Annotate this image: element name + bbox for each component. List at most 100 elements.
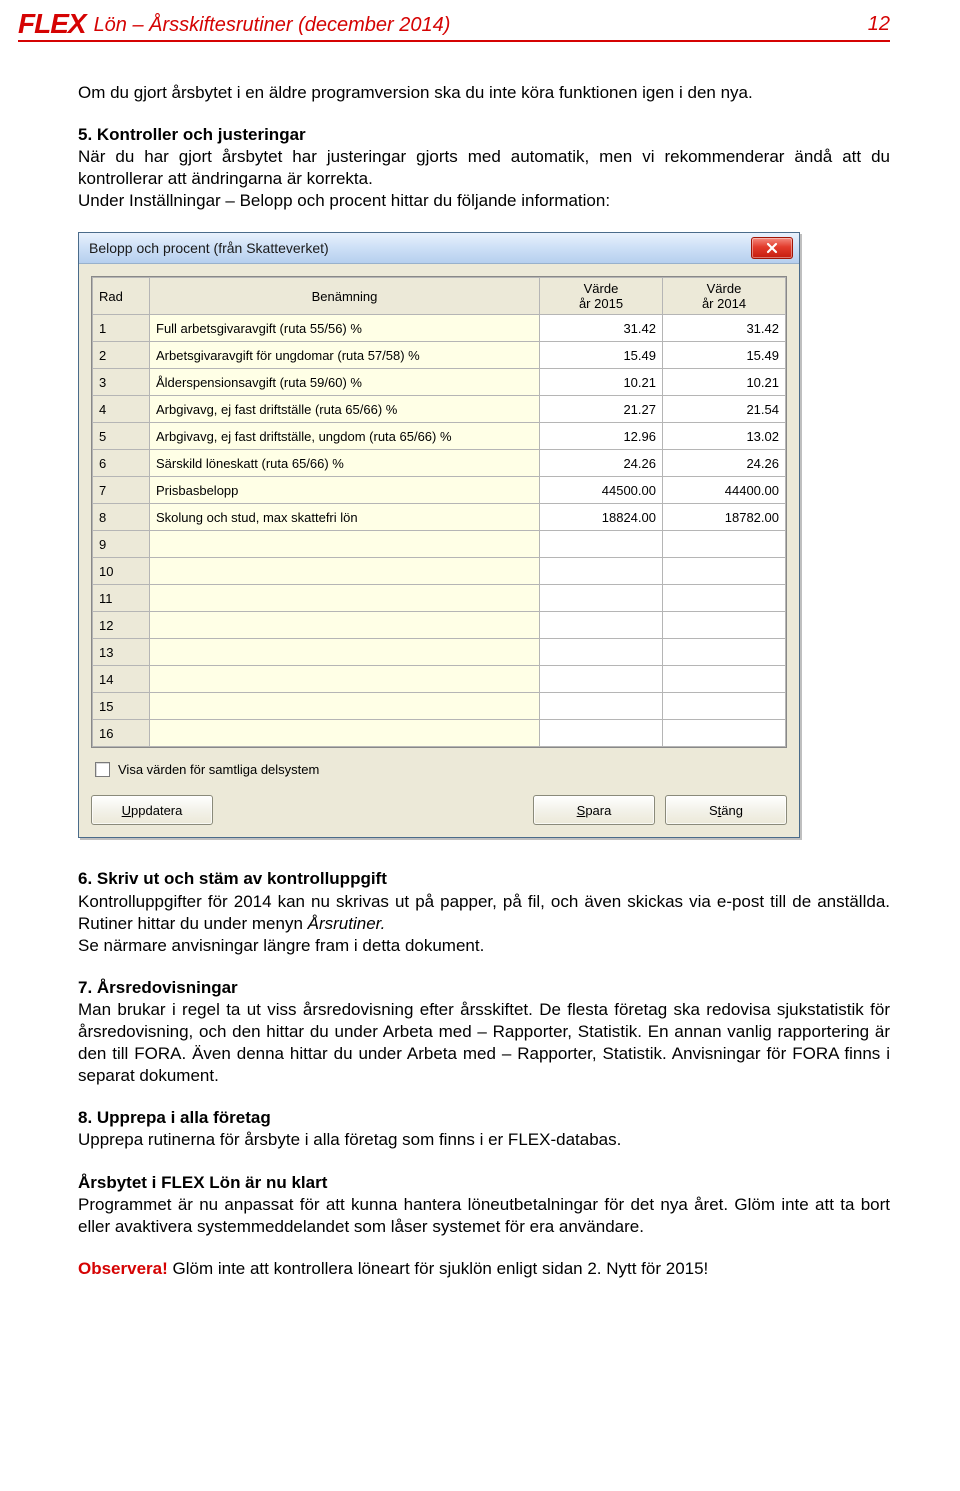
cell-varde-2015[interactable] — [540, 585, 663, 612]
table-row[interactable]: 4Arbgivavg, ej fast driftställe (ruta 65… — [93, 396, 786, 423]
table-row[interactable]: 6Särskild löneskatt (ruta 65/66) %24.262… — [93, 450, 786, 477]
document-title: Lön – Årsskiftesrutiner (december 2014) — [94, 14, 868, 38]
button-row: Uppdatera Spara Stäng — [91, 789, 787, 825]
dialog-titlebar: Belopp och procent (från Skatteverket) — [79, 233, 799, 264]
cell-varde-2015[interactable] — [540, 612, 663, 639]
cell-varde-2014[interactable]: 44400.00 — [663, 477, 786, 504]
cell-benamning[interactable] — [150, 612, 540, 639]
cell-benamning[interactable]: Särskild löneskatt (ruta 65/66) % — [150, 450, 540, 477]
cell-varde-2015[interactable]: 15.49 — [540, 342, 663, 369]
cell-benamning[interactable]: Prisbasbelopp — [150, 477, 540, 504]
cell-benamning[interactable]: Ålderspensionsavgift (ruta 59/60) % — [150, 369, 540, 396]
cell-rad[interactable]: 8 — [93, 504, 150, 531]
cell-rad[interactable]: 1 — [93, 315, 150, 342]
table-row[interactable]: 1Full arbetsgivaravgift (ruta 55/56) %31… — [93, 315, 786, 342]
cell-rad[interactable]: 13 — [93, 639, 150, 666]
cell-varde-2014[interactable]: 15.49 — [663, 342, 786, 369]
cell-benamning[interactable]: Arbgivavg, ej fast driftställe (ruta 65/… — [150, 396, 540, 423]
column-header-rad[interactable]: Rad — [93, 278, 150, 315]
cell-varde-2014[interactable] — [663, 720, 786, 747]
close-button[interactable] — [751, 237, 793, 259]
cell-varde-2014[interactable]: 21.54 — [663, 396, 786, 423]
cell-varde-2014[interactable]: 13.02 — [663, 423, 786, 450]
checkbox-label: Visa värden för samtliga delsystem — [118, 762, 319, 777]
cell-varde-2015[interactable]: 24.26 — [540, 450, 663, 477]
table-row[interactable]: 11 — [93, 585, 786, 612]
section-7-paragraph: Man brukar i regel ta ut viss årsredovis… — [78, 999, 890, 1087]
cell-rad[interactable]: 7 — [93, 477, 150, 504]
save-button[interactable]: Spara — [533, 795, 655, 825]
cell-rad[interactable]: 12 — [93, 612, 150, 639]
table-row[interactable]: 12 — [93, 612, 786, 639]
cell-varde-2015[interactable]: 21.27 — [540, 396, 663, 423]
cell-varde-2015[interactable] — [540, 558, 663, 585]
cell-rad[interactable]: 6 — [93, 450, 150, 477]
cell-benamning[interactable]: Arbetsgivaravgift för ungdomar (ruta 57/… — [150, 342, 540, 369]
cell-varde-2014[interactable]: 24.26 — [663, 450, 786, 477]
cell-varde-2015[interactable] — [540, 639, 663, 666]
data-grid[interactable]: Rad Benämning Värde år 2015 Värde år 201… — [91, 276, 787, 748]
cell-benamning[interactable] — [150, 558, 540, 585]
cell-benamning[interactable] — [150, 720, 540, 747]
column-header-varde-2014[interactable]: Värde år 2014 — [663, 278, 786, 315]
column-header-benamning[interactable]: Benämning — [150, 278, 540, 315]
cell-varde-2015[interactable] — [540, 531, 663, 558]
cell-varde-2014[interactable] — [663, 639, 786, 666]
cell-varde-2014[interactable]: 18782.00 — [663, 504, 786, 531]
cell-varde-2015[interactable]: 44500.00 — [540, 477, 663, 504]
cell-varde-2015[interactable]: 18824.00 — [540, 504, 663, 531]
cell-varde-2014[interactable]: 10.21 — [663, 369, 786, 396]
table-row[interactable]: 8Skolung och stud, max skattefri lön1882… — [93, 504, 786, 531]
cell-varde-2014[interactable] — [663, 531, 786, 558]
table-row[interactable]: 3Ålderspensionsavgift (ruta 59/60) %10.2… — [93, 369, 786, 396]
cell-varde-2015[interactable] — [540, 666, 663, 693]
cell-rad[interactable]: 10 — [93, 558, 150, 585]
section-6-heading: 6. Skriv ut och stäm av kontrolluppgift — [78, 868, 890, 890]
cell-varde-2014[interactable] — [663, 666, 786, 693]
table-row[interactable]: 5Arbgivavg, ej fast driftställe, ungdom … — [93, 423, 786, 450]
cell-rad[interactable]: 14 — [93, 666, 150, 693]
cell-benamning[interactable] — [150, 666, 540, 693]
cell-varde-2015[interactable]: 31.42 — [540, 315, 663, 342]
cell-benamning[interactable] — [150, 531, 540, 558]
cell-varde-2015[interactable] — [540, 720, 663, 747]
cell-rad[interactable]: 16 — [93, 720, 150, 747]
cell-benamning[interactable]: Skolung och stud, max skattefri lön — [150, 504, 540, 531]
section-8-paragraph: Upprepa rutinerna för årsbyte i alla för… — [78, 1129, 890, 1151]
cell-rad[interactable]: 4 — [93, 396, 150, 423]
cell-rad[interactable]: 9 — [93, 531, 150, 558]
dialog-window: Belopp och procent (från Skatteverket) R… — [78, 232, 800, 838]
update-button[interactable]: Uppdatera — [91, 795, 213, 825]
cell-benamning[interactable] — [150, 693, 540, 720]
cell-varde-2014[interactable] — [663, 585, 786, 612]
cell-rad[interactable]: 2 — [93, 342, 150, 369]
cell-varde-2015[interactable] — [540, 693, 663, 720]
table-row[interactable]: 10 — [93, 558, 786, 585]
cell-varde-2014[interactable] — [663, 558, 786, 585]
cell-varde-2015[interactable]: 10.21 — [540, 369, 663, 396]
section-5-paragraph-a: När du har gjort årsbytet har justeringa… — [78, 146, 890, 190]
cell-rad[interactable]: 11 — [93, 585, 150, 612]
cell-benamning[interactable]: Full arbetsgivaravgift (ruta 55/56) % — [150, 315, 540, 342]
table-row[interactable]: 9 — [93, 531, 786, 558]
cell-benamning[interactable] — [150, 585, 540, 612]
cell-varde-2014[interactable]: 31.42 — [663, 315, 786, 342]
cell-rad[interactable]: 5 — [93, 423, 150, 450]
cell-varde-2014[interactable] — [663, 612, 786, 639]
cell-rad[interactable]: 3 — [93, 369, 150, 396]
table-row[interactable]: 13 — [93, 639, 786, 666]
table-row[interactable]: 14 — [93, 666, 786, 693]
cell-varde-2015[interactable]: 12.96 — [540, 423, 663, 450]
section-5-paragraph-b: Under Inställningar – Belopp och procent… — [78, 190, 890, 212]
close-dialog-button[interactable]: Stäng — [665, 795, 787, 825]
table-row[interactable]: 7Prisbasbelopp44500.0044400.00 — [93, 477, 786, 504]
cell-rad[interactable]: 15 — [93, 693, 150, 720]
table-row[interactable]: 16 — [93, 720, 786, 747]
checkbox-show-all-subsystems[interactable] — [95, 762, 110, 777]
table-row[interactable]: 15 — [93, 693, 786, 720]
column-header-varde-2015[interactable]: Värde år 2015 — [540, 278, 663, 315]
table-row[interactable]: 2Arbetsgivaravgift för ungdomar (ruta 57… — [93, 342, 786, 369]
cell-benamning[interactable]: Arbgivavg, ej fast driftställe, ungdom (… — [150, 423, 540, 450]
cell-benamning[interactable] — [150, 639, 540, 666]
cell-varde-2014[interactable] — [663, 693, 786, 720]
